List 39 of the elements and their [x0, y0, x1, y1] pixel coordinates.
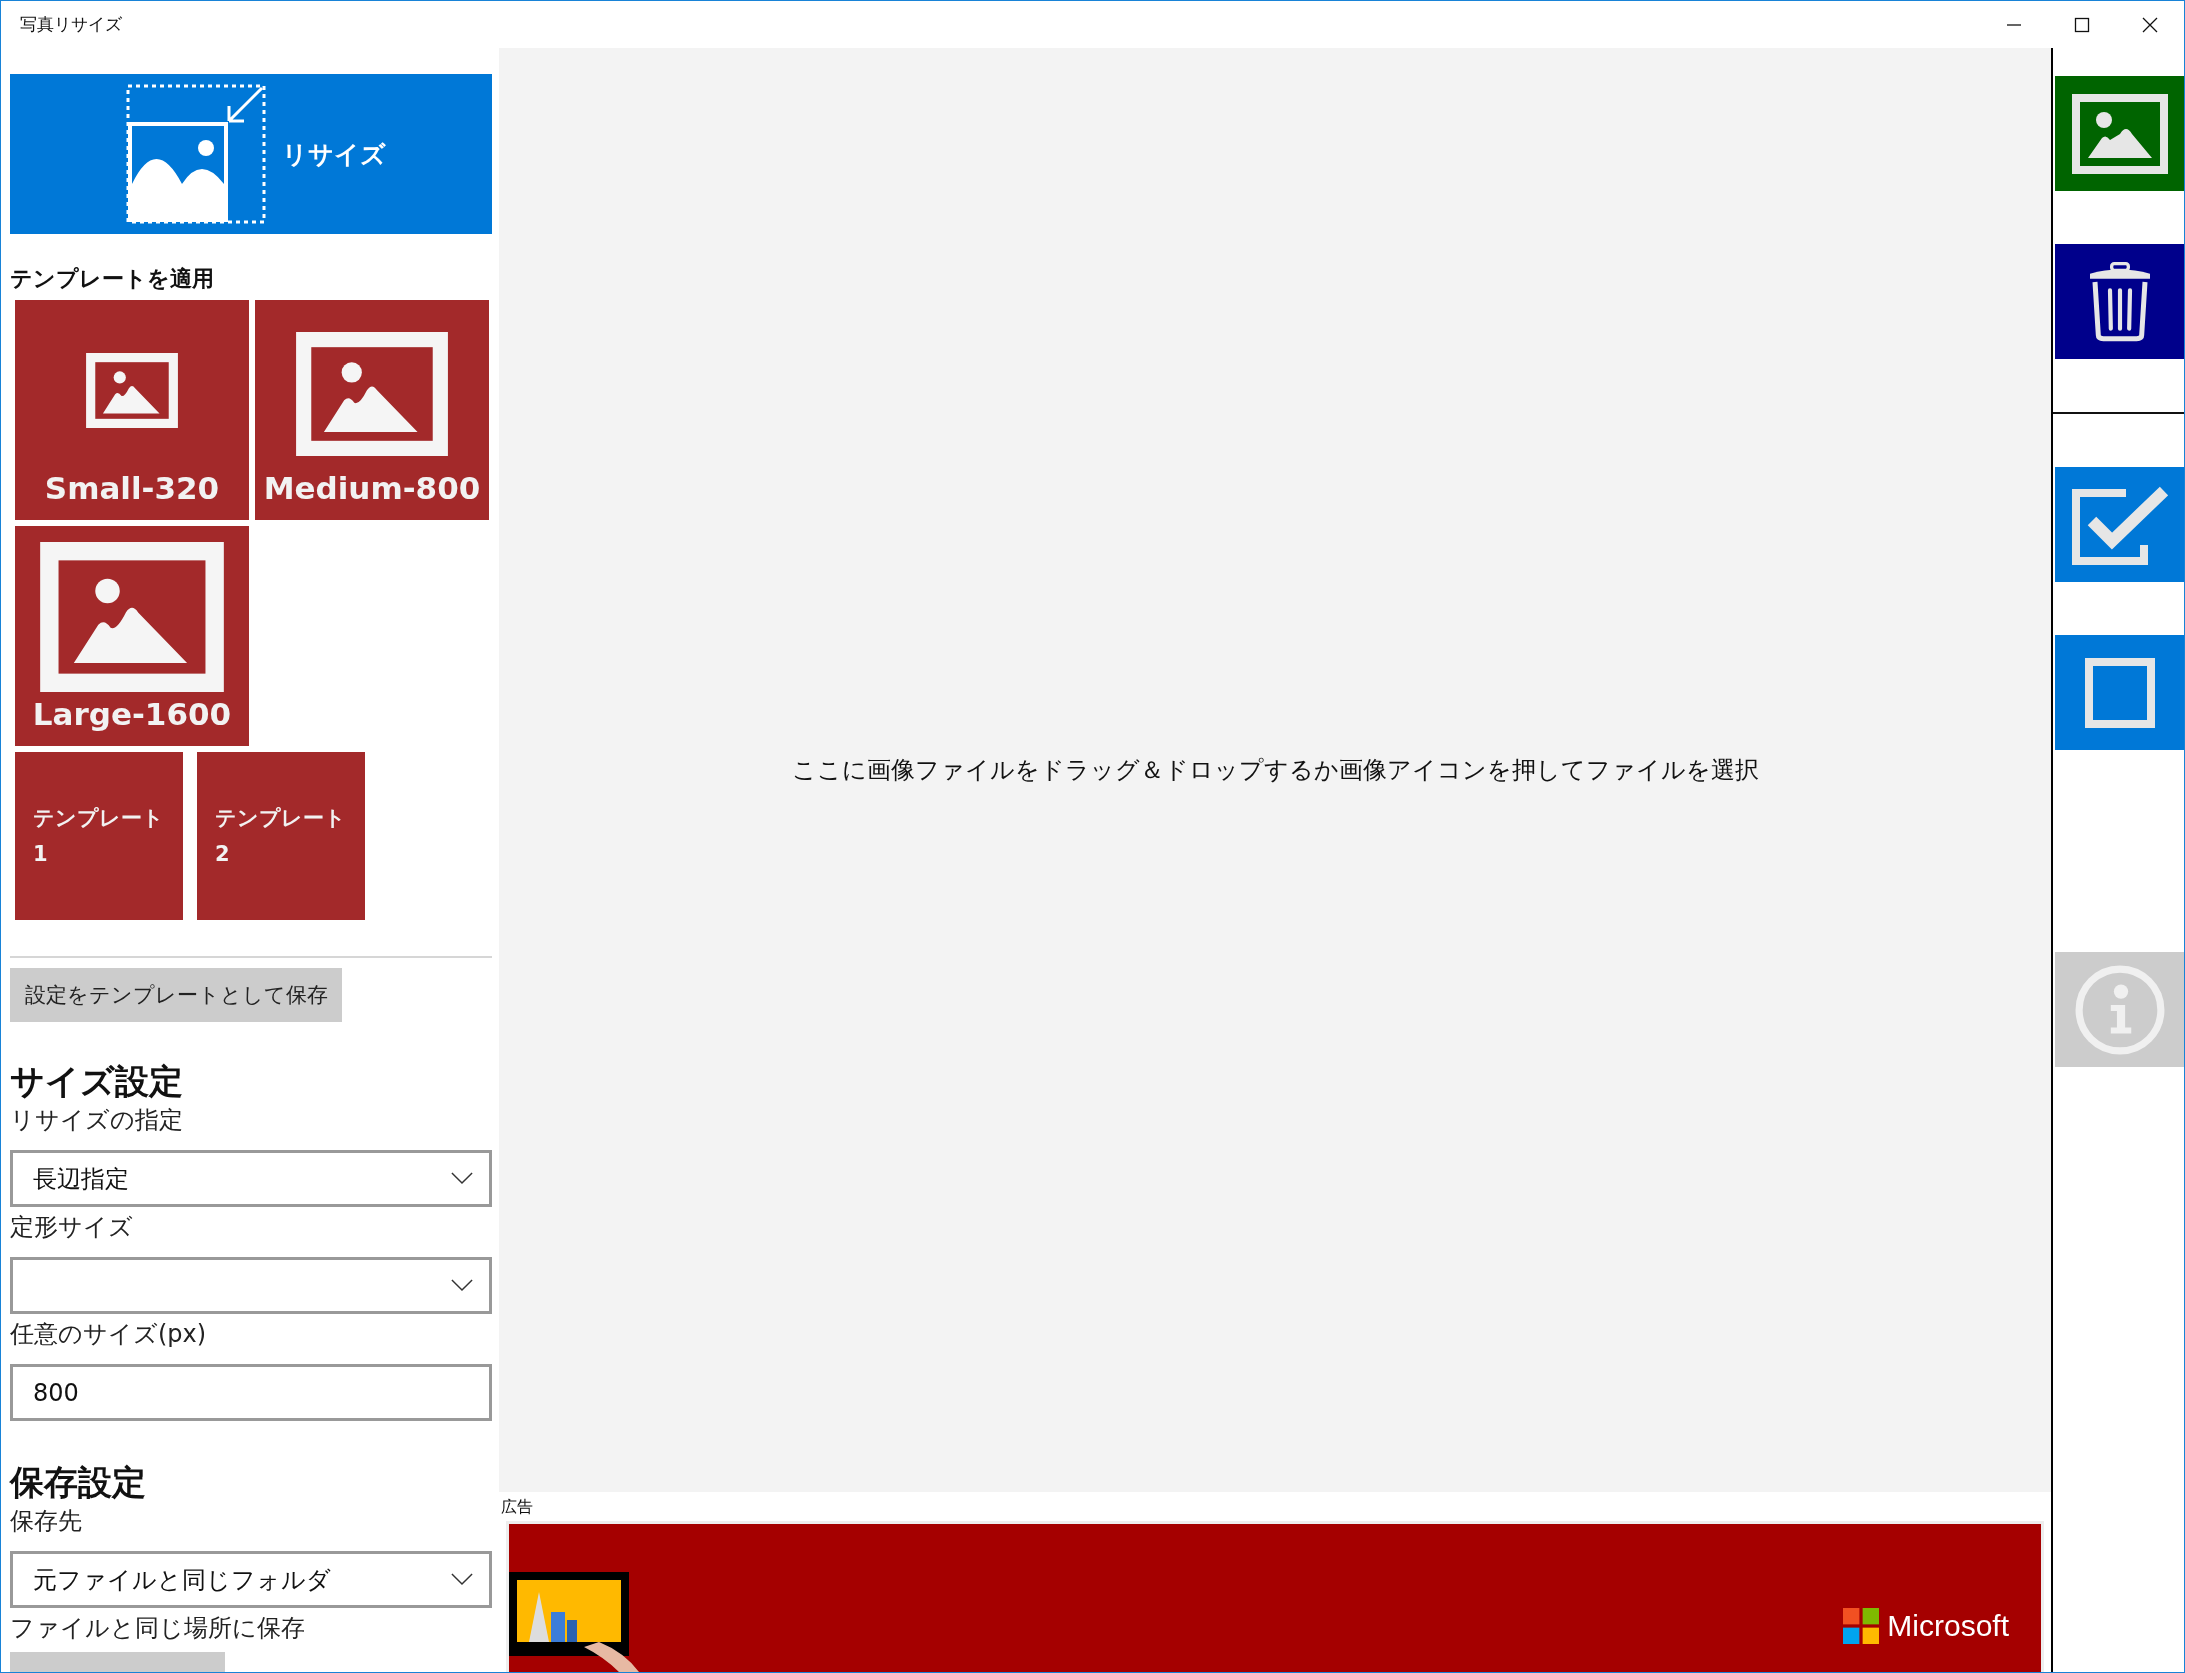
ad-banner[interactable]: Microsoft [506, 1521, 2044, 1672]
dropdown[interactable] [10, 1257, 492, 1314]
picture-icon [296, 332, 448, 457]
field-label: 任意のサイズ(px) [10, 1319, 208, 1350]
template-tile[interactable]: テンプレート 2 [197, 752, 365, 921]
section-label: テンプレートを適用 [10, 265, 215, 294]
logo-icon [1843, 1608, 1880, 1644]
ad-brand: Microsoft [1887, 1609, 2009, 1643]
template-tile[interactable]: Small-320 [15, 300, 249, 521]
drop-area[interactable]: ここに画像ファイルをドラッグ＆ドロップするか画像アイコンを押してファイルを選択 [499, 48, 2051, 1492]
checkbox-empty-icon [2084, 657, 2155, 728]
window-title: 写真リサイズ [20, 13, 122, 36]
resize-image-icon [126, 84, 266, 225]
template-tile[interactable]: テンプレート 1 [15, 752, 183, 921]
field-note: ファイルと同じ場所に保存 [10, 1613, 306, 1644]
field-label: 保存先 [10, 1506, 83, 1537]
sidebar-button[interactable] [2055, 244, 2184, 359]
chevron-down-icon [451, 1172, 473, 1185]
section-heading: 保存設定 [10, 1461, 147, 1503]
chevron-down-icon [451, 1573, 473, 1586]
picture-icon [86, 353, 178, 429]
template-tile[interactable]: Large-1600 [15, 526, 249, 747]
dropdown[interactable]: 長辺指定 [10, 1150, 492, 1207]
sidebar-button[interactable] [2055, 76, 2184, 191]
ad-label: 広告 [501, 1497, 534, 1518]
drop-hint: ここに画像ファイルをドラッグ＆ドロップするか画像アイコンを押してファイルを選択 [791, 755, 1759, 786]
checkbox-checked-icon [2071, 484, 2168, 565]
chevron-down-icon [451, 1279, 473, 1292]
input-field[interactable]: 800 [10, 1364, 492, 1421]
picture-icon [39, 542, 225, 693]
dropdown[interactable]: 元ファイルと同じフォルダ [10, 1551, 492, 1608]
field-label: 定形サイズ [10, 1212, 134, 1243]
section-heading: サイズ設定 [10, 1060, 184, 1102]
resize-button[interactable]: リサイズ [10, 74, 492, 235]
template-tile[interactable]: Medium-800 [255, 300, 489, 521]
field-label: リサイズの指定 [10, 1105, 184, 1136]
info-icon [2073, 963, 2166, 1056]
save-template-button[interactable]: 設定をテンプレートとして保存 [10, 968, 342, 1022]
picture-icon [2071, 93, 2168, 174]
